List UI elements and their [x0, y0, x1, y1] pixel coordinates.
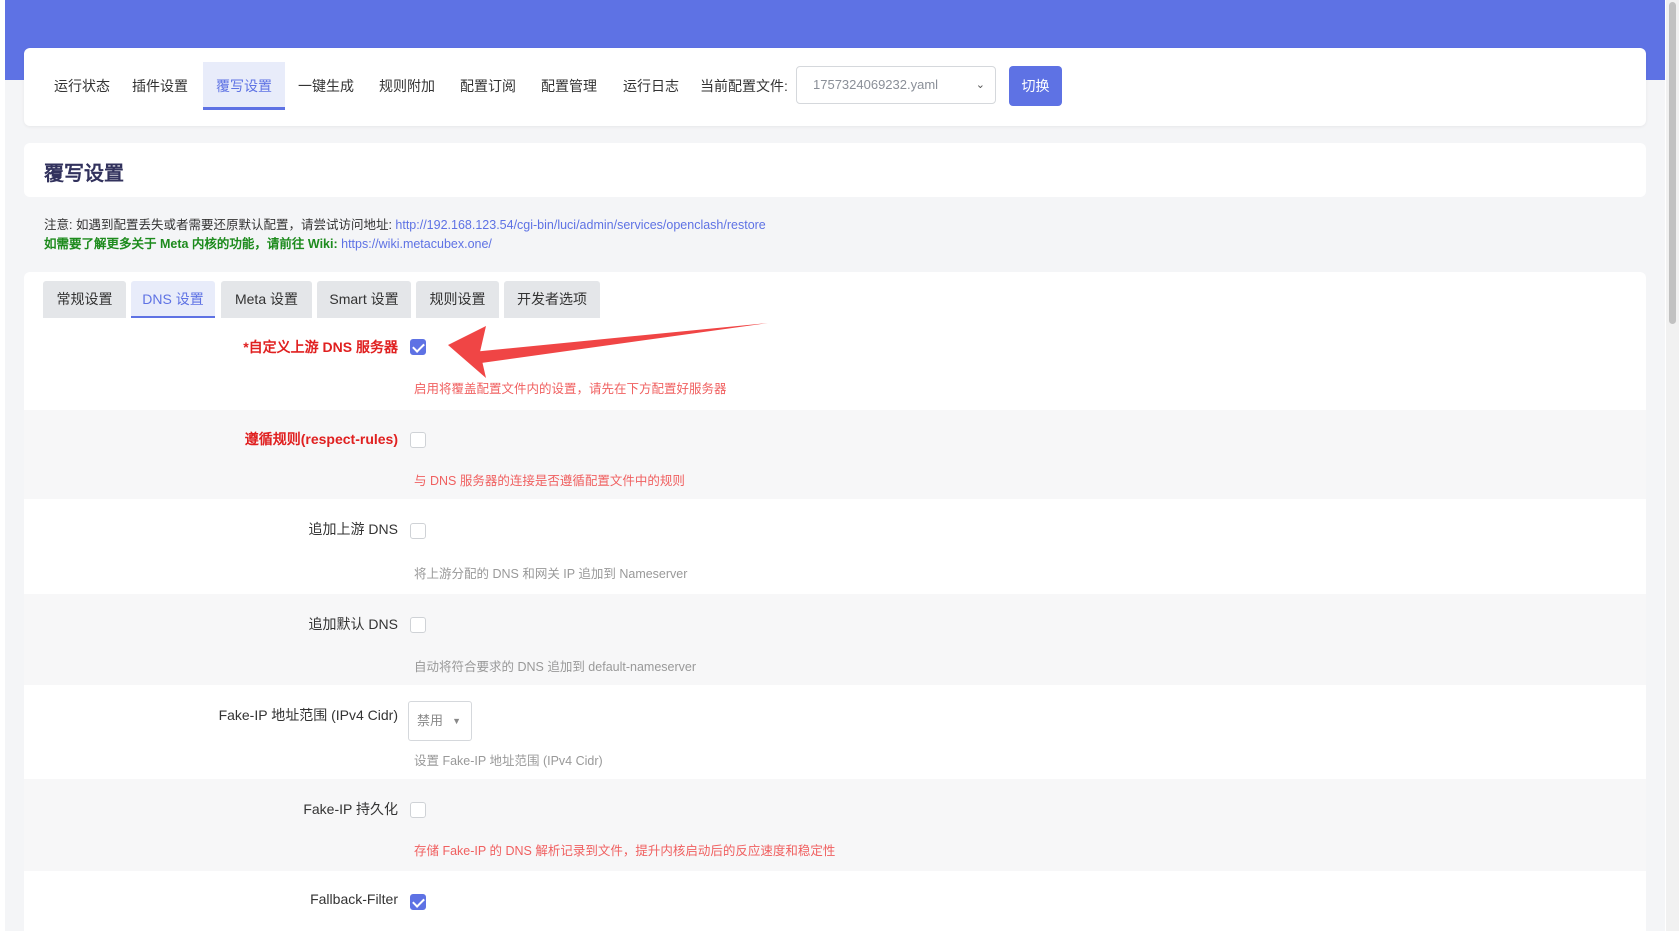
- fake-ip-range-select[interactable]: 禁用 ▼: [408, 701, 472, 741]
- tab-meta[interactable]: Meta 设置: [221, 281, 312, 318]
- config-file-select[interactable]: 1757324069232.yaml ⌄: [796, 66, 996, 104]
- nav-run-log[interactable]: 运行日志: [617, 62, 685, 110]
- setting-description: 设置 Fake-IP 地址范围 (IPv4 Cidr): [414, 754, 603, 768]
- restore-note: 注意: 如遇到配置丢失或者需要还原默认配置，请尝试访问地址: http://19…: [44, 214, 766, 233]
- setting-description: 将上游分配的 DNS 和网关 IP 追加到 Nameserver: [414, 567, 688, 581]
- fake-ip-range-value: 禁用: [417, 713, 444, 728]
- caret-down-icon: ▼: [452, 716, 461, 726]
- fallback-filter-checkbox[interactable]: [410, 894, 426, 910]
- tab-general[interactable]: 常规设置: [43, 281, 126, 318]
- tab-smart[interactable]: Smart 设置: [317, 281, 411, 318]
- respect-rules-checkbox[interactable]: [410, 432, 426, 448]
- page-scrollbar[interactable]: [1666, 0, 1679, 931]
- nav-run-status[interactable]: 运行状态: [48, 62, 116, 110]
- wiki-link[interactable]: https://wiki.metacubex.one/: [341, 237, 492, 251]
- nav-override-settings[interactable]: 覆写设置: [203, 62, 285, 110]
- setting-label: Fake-IP 持久化: [303, 801, 398, 817]
- setting-row-fake-ip-persistence: Fake-IP 持久化 存储 Fake-IP 的 DNS 解析记录到文件，提升内…: [24, 779, 1646, 871]
- scrollbar-thumb[interactable]: [1669, 2, 1676, 324]
- custom-upstream-dns-checkbox[interactable]: [410, 339, 426, 355]
- restore-note-text: 注意: 如遇到配置丢失或者需要还原默认配置，请尝试访问地址:: [44, 218, 396, 232]
- setting-label: 追加上游 DNS: [308, 521, 398, 537]
- title-card: 覆写设置: [24, 143, 1646, 197]
- config-file-value: 1757324069232.yaml: [813, 77, 939, 92]
- fake-ip-persistence-checkbox[interactable]: [410, 802, 426, 818]
- setting-row-custom-upstream-dns: *自定义上游 DNS 服务器 启用将覆盖配置文件内的设置，请先在下方配置好服务器: [24, 318, 1646, 410]
- setting-label: 追加默认 DNS: [308, 616, 398, 632]
- chevron-down-icon: ⌄: [975, 79, 985, 91]
- setting-row-fake-ip-range: Fake-IP 地址范围 (IPv4 Cidr) 禁用 ▼ 设置 Fake-IP…: [24, 685, 1646, 779]
- setting-description: 存储 Fake-IP 的 DNS 解析记录到文件，提升内核启动后的反应速度和稳定…: [414, 844, 836, 858]
- wiki-note-text: 如需要了解更多关于 Meta 内核的功能，请前往 Wiki:: [44, 237, 342, 251]
- tab-developer[interactable]: 开发者选项: [504, 281, 600, 318]
- nav-one-click-generate[interactable]: 一键生成: [292, 62, 360, 110]
- setting-row-fallback-filter: Fallback-Filter: [24, 871, 1646, 931]
- append-default-dns-checkbox[interactable]: [410, 617, 426, 633]
- setting-label: 遵循规则(respect-rules): [244, 431, 398, 447]
- setting-label: Fallback-Filter: [310, 891, 398, 907]
- switch-button[interactable]: 切换: [1009, 66, 1062, 106]
- top-nav: 运行状态 插件设置 覆写设置 一键生成 规则附加 配置订阅 配置管理 运行日志 …: [24, 48, 1646, 126]
- nav-config-subscription[interactable]: 配置订阅: [454, 62, 522, 110]
- tab-rules[interactable]: 规则设置: [416, 281, 499, 318]
- nav-rule-append[interactable]: 规则附加: [373, 62, 441, 110]
- setting-description: 启用将覆盖配置文件内的设置，请先在下方配置好服务器: [414, 382, 727, 396]
- setting-label: *自定义上游 DNS 服务器: [243, 339, 398, 355]
- wiki-note: 如需要了解更多关于 Meta 内核的功能，请前往 Wiki: https://w…: [44, 233, 492, 252]
- setting-row-respect-rules: 遵循规则(respect-rules) 与 DNS 服务器的连接是否遵循配置文件…: [24, 410, 1646, 499]
- restore-link[interactable]: http://192.168.123.54/cgi-bin/luci/admin…: [395, 218, 765, 232]
- append-upstream-dns-checkbox[interactable]: [410, 523, 426, 539]
- tab-dns[interactable]: DNS 设置: [131, 281, 215, 318]
- setting-row-append-upstream-dns: 追加上游 DNS 将上游分配的 DNS 和网关 IP 追加到 Nameserve…: [24, 499, 1646, 594]
- page-title: 覆写设置: [44, 163, 124, 185]
- setting-row-append-default-dns: 追加默认 DNS 自动将符合要求的 DNS 追加到 default-namese…: [24, 594, 1646, 685]
- setting-label: Fake-IP 地址范围 (IPv4 Cidr): [218, 707, 398, 723]
- setting-description: 自动将符合要求的 DNS 追加到 default-nameserver: [414, 660, 697, 674]
- nav-plugin-settings[interactable]: 插件设置: [126, 62, 194, 110]
- current-config-label: 当前配置文件:: [700, 78, 788, 94]
- setting-description: 与 DNS 服务器的连接是否遵循配置文件中的规则: [414, 474, 685, 488]
- nav-config-management[interactable]: 配置管理: [535, 62, 603, 110]
